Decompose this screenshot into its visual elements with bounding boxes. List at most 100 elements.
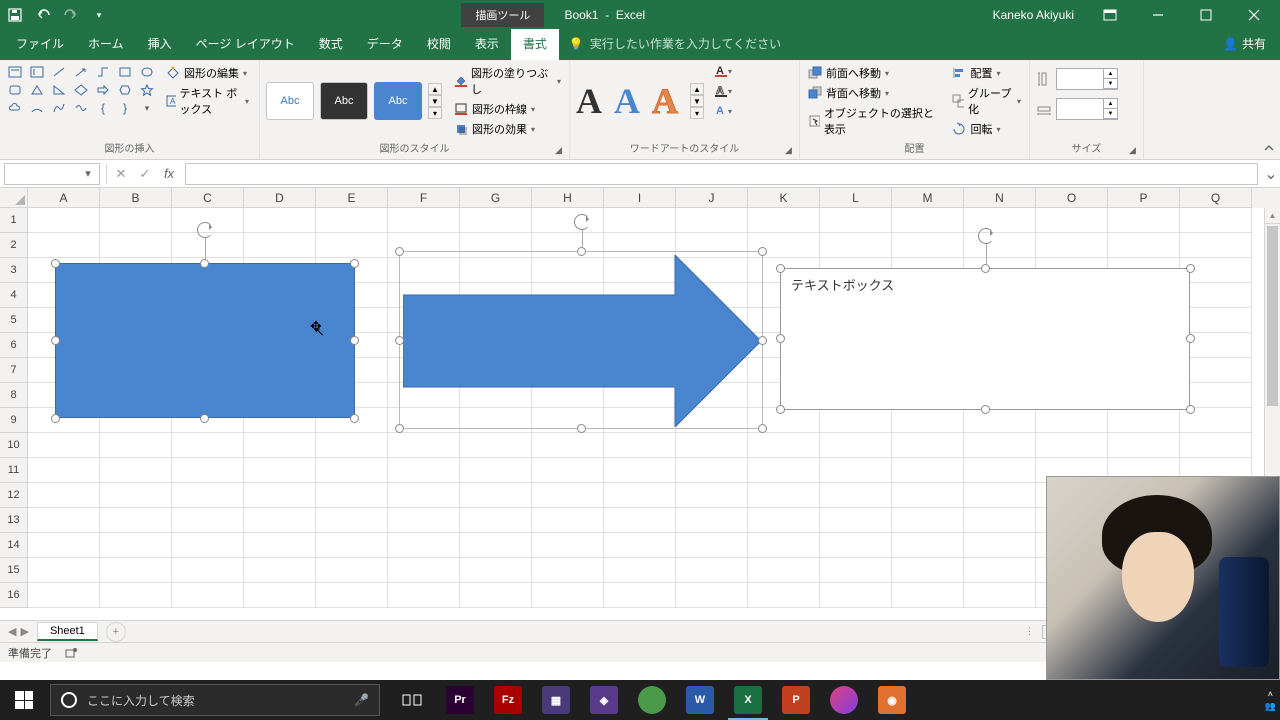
row-header[interactable]: 1	[0, 208, 28, 233]
task-view-icon[interactable]	[388, 680, 436, 720]
cell[interactable]	[316, 558, 388, 583]
rotation-handle[interactable]	[197, 222, 213, 238]
cell[interactable]	[388, 458, 460, 483]
selection-handle[interactable]	[1186, 405, 1195, 414]
cell[interactable]	[820, 433, 892, 458]
selection-handle[interactable]	[758, 336, 767, 345]
cell[interactable]	[892, 433, 964, 458]
cell[interactable]	[604, 433, 676, 458]
text-effects-button[interactable]: A▾	[714, 104, 732, 118]
formula-input[interactable]	[185, 163, 1258, 185]
cell[interactable]	[388, 533, 460, 558]
tab-file[interactable]: ファイル	[4, 29, 76, 60]
undo-icon[interactable]	[34, 6, 52, 24]
shape-hexagon-icon[interactable]	[116, 82, 134, 98]
selection-handle[interactable]	[577, 247, 586, 256]
cell[interactable]	[1180, 358, 1252, 383]
cell[interactable]	[100, 533, 172, 558]
cell[interactable]	[892, 208, 964, 233]
shape-vertical-textbox-icon[interactable]	[28, 64, 46, 80]
cell[interactable]	[460, 208, 532, 233]
column-header[interactable]: I	[604, 188, 676, 208]
cell[interactable]	[604, 208, 676, 233]
selection-handle[interactable]	[350, 336, 359, 345]
selection-pane-button[interactable]: オブジェクトの選択と表示	[806, 104, 938, 138]
cell[interactable]	[892, 508, 964, 533]
cell[interactable]	[100, 483, 172, 508]
cell[interactable]	[964, 483, 1036, 508]
cell[interactable]	[460, 433, 532, 458]
shape-text-box[interactable]: テキストボックス	[780, 268, 1190, 410]
share-button[interactable]: 👤 共有	[1209, 29, 1280, 60]
shape-star-icon[interactable]	[138, 82, 156, 98]
style-preset-3[interactable]: Abc	[374, 82, 422, 120]
cell[interactable]	[964, 208, 1036, 233]
cell[interactable]	[244, 208, 316, 233]
tray-people-icon[interactable]: 👥	[1265, 701, 1276, 712]
cell[interactable]	[820, 533, 892, 558]
column-header[interactable]: O	[1036, 188, 1108, 208]
edit-shape-button[interactable]: 図形の編集▾	[162, 64, 253, 82]
sheet-nav-prev-icon[interactable]: ◀	[8, 625, 16, 638]
cell[interactable]	[820, 558, 892, 583]
add-sheet-button[interactable]: +	[106, 622, 126, 642]
selection-handle[interactable]	[758, 424, 767, 433]
cell[interactable]	[532, 583, 604, 608]
taskbar-app-generic-1[interactable]: ▦	[532, 680, 580, 720]
cell[interactable]	[1108, 408, 1180, 433]
cell[interactable]	[388, 433, 460, 458]
taskbar-app-generic-4[interactable]: ◉	[868, 680, 916, 720]
cell[interactable]	[748, 208, 820, 233]
row-header[interactable]: 13	[0, 508, 28, 533]
row-header[interactable]: 11	[0, 458, 28, 483]
cell[interactable]	[892, 233, 964, 258]
cell[interactable]	[316, 533, 388, 558]
wordart-launcher-icon[interactable]: ◢	[785, 145, 797, 157]
taskbar-app-excel[interactable]: X	[724, 680, 772, 720]
cell[interactable]	[388, 483, 460, 508]
shapes-more-icon[interactable]: ▾	[138, 100, 156, 116]
cell[interactable]	[172, 458, 244, 483]
cell[interactable]	[28, 508, 100, 533]
cell[interactable]	[100, 233, 172, 258]
cell[interactable]	[964, 508, 1036, 533]
width-up-icon[interactable]: ▲	[1104, 99, 1117, 109]
cell[interactable]	[604, 508, 676, 533]
taskbar-app-filezilla[interactable]: Fz	[484, 680, 532, 720]
column-header[interactable]: D	[244, 188, 316, 208]
selection-handle[interactable]	[776, 405, 785, 414]
shape-right-arrow[interactable]	[403, 255, 761, 427]
style-preset-2[interactable]: Abc	[320, 82, 368, 120]
column-header[interactable]: J	[676, 188, 748, 208]
taskbar-app-generic-3[interactable]	[820, 680, 868, 720]
tab-data[interactable]: データ	[355, 29, 415, 60]
cell[interactable]	[676, 508, 748, 533]
shape-left-brace-icon[interactable]: {	[94, 100, 112, 116]
shape-rounded-rect-icon[interactable]	[6, 82, 24, 98]
shape-outline-button[interactable]: 図形の枠線▾	[452, 100, 563, 118]
cell[interactable]	[964, 583, 1036, 608]
cell[interactable]	[460, 458, 532, 483]
wa-gallery-more-icon[interactable]: ▾	[690, 107, 704, 119]
cell[interactable]	[676, 533, 748, 558]
cell[interactable]	[100, 208, 172, 233]
cell[interactable]	[28, 233, 100, 258]
sheet-tab[interactable]: Sheet1	[37, 622, 98, 641]
collapse-ribbon-icon[interactable]	[1262, 141, 1276, 155]
selection-handle[interactable]	[51, 259, 60, 268]
name-box-dropdown-icon[interactable]: ▾	[81, 167, 95, 180]
cell[interactable]	[604, 533, 676, 558]
row-header[interactable]: 2	[0, 233, 28, 258]
selection-handle[interactable]	[51, 336, 60, 345]
cell[interactable]	[1180, 233, 1252, 258]
shape-cloud-icon[interactable]	[6, 100, 24, 116]
cell[interactable]	[892, 533, 964, 558]
cell[interactable]	[892, 583, 964, 608]
cell[interactable]	[820, 508, 892, 533]
cell[interactable]	[604, 558, 676, 583]
cell[interactable]	[28, 483, 100, 508]
cell[interactable]	[820, 458, 892, 483]
selection-handle[interactable]	[200, 259, 209, 268]
cell[interactable]	[316, 483, 388, 508]
cell[interactable]	[820, 208, 892, 233]
